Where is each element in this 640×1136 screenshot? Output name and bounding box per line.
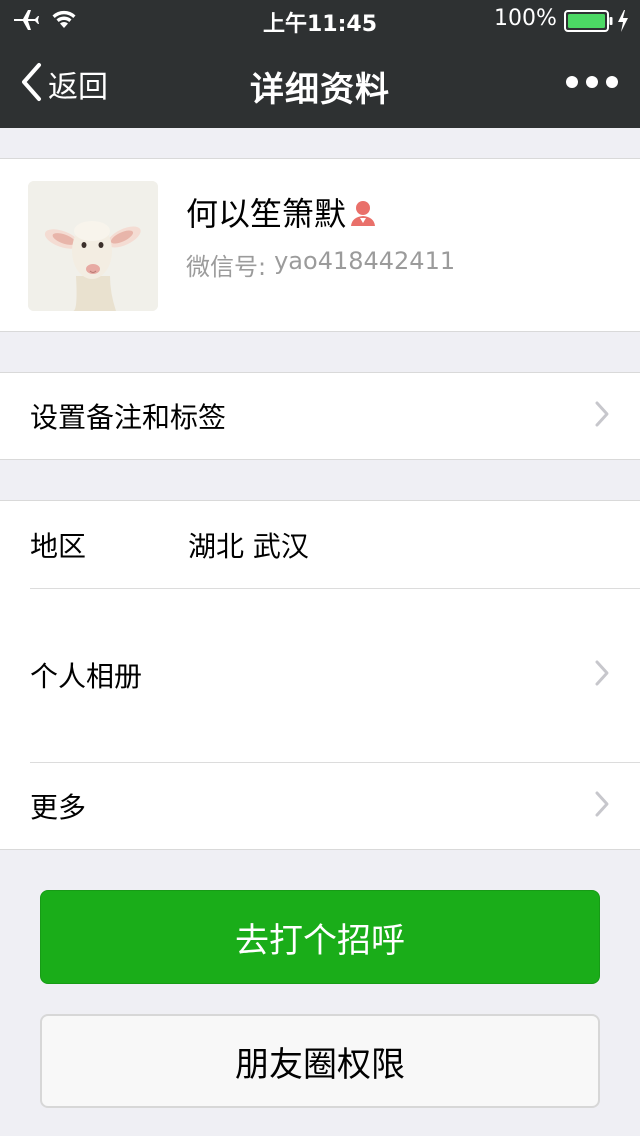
chevron-right-icon (594, 790, 610, 822)
battery-icon (564, 10, 614, 36)
album-cell[interactable]: 个人相册 (0, 588, 640, 762)
details-group: 地区 湖北 武汉 个人相册 更多 (0, 500, 640, 850)
avatar[interactable] (28, 181, 158, 311)
remark-group: 设置备注和标签 (0, 372, 640, 460)
region-value: 湖北 武汉 (188, 529, 309, 563)
nickname-row: 何以笙箫默 (186, 189, 378, 235)
moments-permission-button[interactable]: 朋友圈权限 (40, 1014, 600, 1108)
wechat-id-value: yao418442411 (274, 247, 456, 275)
battery-percent: 100% (494, 6, 557, 31)
navigation-bar: 返回 详细资料 (0, 40, 640, 128)
female-icon (348, 198, 378, 232)
remark-cell[interactable]: 设置备注和标签 (0, 373, 640, 459)
greet-button[interactable]: 去打个招呼 (40, 890, 600, 984)
album-label: 个人相册 (30, 660, 143, 693)
nickname: 何以笙箫默 (186, 195, 347, 233)
region-cell: 地区 湖北 武汉 (0, 501, 640, 588)
more-cell[interactable]: 更多 (0, 762, 640, 849)
more-dots-icon[interactable] (566, 76, 618, 88)
wechat-id-label: 微信号: (186, 253, 267, 281)
charging-bolt-icon (616, 9, 630, 37)
more-label: 更多 (30, 790, 87, 824)
remark-label: 设置备注和标签 (30, 401, 227, 434)
page-title: 详细资料 (250, 70, 390, 110)
profile-card: 何以笙箫默 微信号: yao418442411 (0, 158, 640, 332)
chevron-right-icon (594, 659, 610, 691)
wechat-id-row: 微信号: yao418442411 (186, 247, 455, 282)
chevron-right-icon (594, 400, 610, 432)
region-label: 地区 (30, 529, 87, 563)
top-bar: 上午11:45 100% 返回 详细资料 (0, 0, 640, 128)
status-bar: 上午11:45 100% (0, 0, 640, 40)
